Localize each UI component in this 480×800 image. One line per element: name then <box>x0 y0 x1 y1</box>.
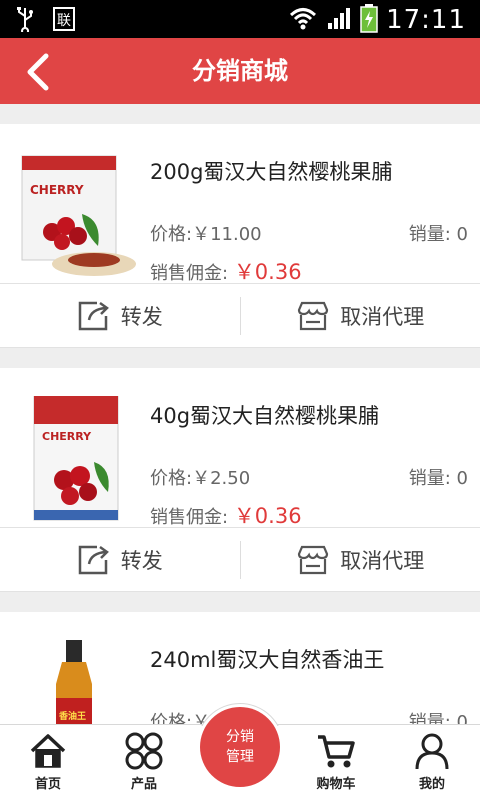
forward-label: 转发 <box>120 304 163 329</box>
chevron-left-icon <box>27 53 49 91</box>
commission-label: 销售佣金: <box>150 263 229 284</box>
store-icon <box>298 301 329 330</box>
product-name: 200g蜀汉大自然樱桃果脯 <box>150 160 393 184</box>
signal-icon <box>326 5 352 35</box>
usb-icon <box>14 6 36 36</box>
page-title: 分销商城 <box>192 57 288 85</box>
nav-cart-label: 购物车 <box>316 777 356 792</box>
product-name: 40g蜀汉大自然樱桃果脯 <box>150 404 380 428</box>
product-card: CHERRY 40g蜀汉大自然樱桃果脯 价格:￥2.50 销量: 0 销售佣金:… <box>0 368 480 592</box>
battery-charging-icon <box>360 3 378 37</box>
nav-home-label: 首页 <box>34 777 61 792</box>
product-info[interactable]: CHERRY 200g蜀汉大自然樱桃果脯 价格:￥11.00 销量: 0 销售佣… <box>0 124 480 284</box>
package-text: CHERRY <box>30 183 84 197</box>
share-icon <box>78 301 109 330</box>
commission-value: ￥0.36 <box>233 504 302 528</box>
nav-home[interactable]: 首页 <box>0 731 96 797</box>
product-list[interactable]: CHERRY 200g蜀汉大自然樱桃果脯 价格:￥11.00 销量: 0 销售佣… <box>0 104 480 724</box>
product-actions: 转发 取消代理 <box>0 284 480 348</box>
commission-label: 销售佣金: <box>150 507 229 528</box>
package-text: CHERRY <box>42 430 92 443</box>
product-price: 价格:￥11.00 <box>150 224 262 245</box>
cancel-agency-label: 取消代理 <box>340 304 425 329</box>
forward-button[interactable]: 转发 <box>0 284 240 347</box>
nav-products-label: 产品 <box>130 777 157 792</box>
nav-cart[interactable]: 购物车 <box>288 731 384 797</box>
product-sales: 销量: 0 <box>408 712 468 724</box>
product-card: CHERRY 200g蜀汉大自然樱桃果脯 价格:￥11.00 销量: 0 销售佣… <box>0 124 480 348</box>
wifi-icon <box>288 5 318 35</box>
store-icon <box>298 545 329 574</box>
product-image: CHERRY <box>12 396 140 524</box>
clock: 17:11 <box>386 5 466 35</box>
forward-button[interactable]: 转发 <box>0 528 240 591</box>
bottom-nav: 首页 产品 分销 管理 购物车 我的 <box>0 703 480 800</box>
commission: 销售佣金: ￥0.36 <box>150 500 302 530</box>
commission: 销售佣金: ￥0.36 <box>150 256 302 286</box>
share-icon <box>78 545 109 574</box>
product-info[interactable]: CHERRY 40g蜀汉大自然樱桃果脯 价格:￥2.50 销量: 0 销售佣金:… <box>0 368 480 528</box>
cancel-agency-button[interactable]: 取消代理 <box>241 528 480 591</box>
center-label-line2: 管理 <box>226 749 254 765</box>
back-button[interactable] <box>18 50 62 94</box>
center-label-line1: 分销 <box>226 729 254 745</box>
forward-label: 转发 <box>120 548 163 573</box>
product-image: 香油王 <box>12 640 140 724</box>
distribution-manage-button[interactable]: 分销 管理 <box>200 707 280 787</box>
product-sales: 销量: 0 <box>408 224 468 245</box>
nav-mine-label: 我的 <box>418 777 445 792</box>
product-name: 240ml蜀汉大自然香油王 <box>150 648 385 672</box>
nav-products[interactable]: 产品 <box>96 731 192 797</box>
product-actions: 转发 取消代理 <box>0 528 480 592</box>
title-bar: 分销商城 <box>0 38 480 104</box>
status-bar: 联 17:11 <box>0 0 480 38</box>
home-icon <box>30 734 66 768</box>
commission-value: ￥0.36 <box>233 260 302 284</box>
package-text: 香油王 <box>58 710 86 722</box>
cancel-agency-button[interactable]: 取消代理 <box>241 284 480 347</box>
cart-icon <box>318 735 355 768</box>
cancel-agency-label: 取消代理 <box>340 548 425 573</box>
product-image: CHERRY <box>12 152 140 280</box>
grid-icon <box>125 732 163 770</box>
svg-text:联: 联 <box>57 13 71 29</box>
product-sales: 销量: 0 <box>408 468 468 489</box>
user-icon <box>415 733 449 770</box>
product-price: 价格:￥2.50 <box>150 468 251 489</box>
nav-mine[interactable]: 我的 <box>384 731 480 797</box>
sim-icon: 联 <box>52 6 76 36</box>
